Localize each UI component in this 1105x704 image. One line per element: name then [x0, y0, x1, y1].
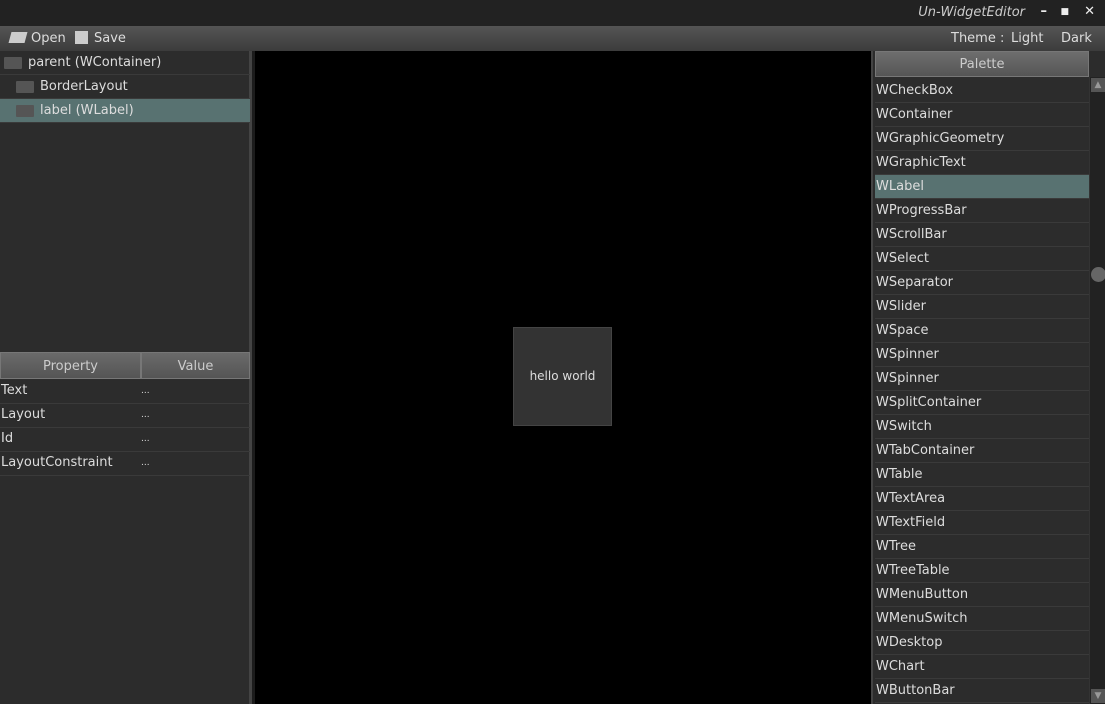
- property-name: Id: [1, 431, 14, 446]
- palette-item[interactable]: WSpinner: [875, 343, 1089, 367]
- palette-item[interactable]: WTextArea: [875, 487, 1089, 511]
- save-icon: [75, 31, 88, 44]
- property-value[interactable]: ...: [141, 428, 150, 450]
- property-value[interactable]: ...: [141, 380, 150, 402]
- title-bar: Un-WidgetEditor – ■ ✕: [0, 0, 1105, 26]
- property-row[interactable]: Id...: [0, 428, 250, 452]
- palette-panel: Palette WCheckBox WContainer WGraphicGeome…: [871, 51, 1105, 704]
- scroll-up-icon[interactable]: ▲: [1091, 78, 1105, 92]
- palette-item[interactable]: WGraphicGeometry: [875, 127, 1089, 151]
- palette-item[interactable]: WButtonBar: [875, 679, 1089, 703]
- palette-item[interactable]: WTreeTable: [875, 559, 1089, 583]
- property-name: Layout: [1, 407, 46, 422]
- palette-item[interactable]: WProgressBar: [875, 199, 1089, 223]
- palette-item[interactable]: WMenuSwitch: [875, 607, 1089, 631]
- scroll-thumb[interactable]: [1091, 267, 1105, 282]
- maximize-button[interactable]: ■: [1060, 7, 1069, 17]
- folder-open-icon: [8, 32, 28, 43]
- palette-item[interactable]: WSpinner: [875, 367, 1089, 391]
- palette-item[interactable]: WTable: [875, 463, 1089, 487]
- palette-item[interactable]: WTabContainer: [875, 439, 1089, 463]
- palette-item[interactable]: WSelect: [875, 247, 1089, 271]
- scroll-down-icon[interactable]: ▼: [1091, 689, 1105, 703]
- left-panel: parent (WContainer) BorderLayout label (…: [0, 51, 252, 704]
- minimize-button[interactable]: –: [1041, 4, 1048, 19]
- tree-node-borderlayout[interactable]: BorderLayout: [0, 75, 250, 99]
- theme-dark-button[interactable]: Dark: [1061, 31, 1092, 46]
- open-label: Open: [31, 31, 66, 46]
- toolbar: Open Save Theme : Light Dark: [0, 26, 1105, 51]
- palette-item[interactable]: WScrollBar: [875, 223, 1089, 247]
- palette-item[interactable]: WGraphicText: [875, 151, 1089, 175]
- property-name: LayoutConstraint: [1, 455, 113, 470]
- property-column-header[interactable]: Property: [0, 352, 141, 379]
- palette-item[interactable]: WChart: [875, 655, 1089, 679]
- design-canvas[interactable]: hello world: [255, 51, 871, 704]
- folder-icon: [4, 56, 22, 69]
- property-value[interactable]: ...: [141, 404, 150, 426]
- palette-item[interactable]: WContainer: [875, 103, 1089, 127]
- palette-item[interactable]: WMenuButton: [875, 583, 1089, 607]
- save-button[interactable]: Save: [75, 31, 126, 46]
- palette-item[interactable]: WSlider: [875, 295, 1089, 319]
- folder-icon: [16, 80, 34, 93]
- open-button[interactable]: Open: [8, 31, 66, 46]
- palette-item[interactable]: WSplitContainer: [875, 391, 1089, 415]
- palette-scrollbar[interactable]: ▲ ▼: [1089, 77, 1105, 704]
- tree-node-label: BorderLayout: [40, 79, 128, 94]
- palette-item[interactable]: WSpace: [875, 319, 1089, 343]
- property-row[interactable]: LayoutConstraint...: [0, 452, 250, 476]
- save-label: Save: [94, 31, 126, 46]
- folder-icon: [16, 104, 34, 117]
- window-title: Un-WidgetEditor: [918, 5, 1025, 20]
- value-column-header[interactable]: Value: [141, 352, 250, 379]
- property-value[interactable]: ...: [141, 452, 150, 474]
- property-row[interactable]: Layout...: [0, 404, 250, 428]
- tree-node-label-wlabel[interactable]: label (WLabel): [0, 99, 250, 123]
- palette-item[interactable]: WLabel: [875, 175, 1089, 199]
- palette-item[interactable]: WSeparator: [875, 271, 1089, 295]
- palette-item[interactable]: WDesktop: [875, 631, 1089, 655]
- theme-light-button[interactable]: Light: [1011, 31, 1043, 46]
- theme-label: Theme :: [951, 31, 1005, 46]
- property-row[interactable]: Text...: [0, 380, 250, 404]
- palette-item[interactable]: WCheckBox: [875, 79, 1089, 103]
- tree-node-parent[interactable]: parent (WContainer): [0, 51, 250, 75]
- tree-node-label: parent (WContainer): [28, 55, 162, 70]
- property-name: Text: [1, 383, 28, 398]
- palette-header: Palette: [875, 51, 1089, 77]
- palette-item[interactable]: WTree: [875, 535, 1089, 559]
- tree-node-label: label (WLabel): [40, 103, 134, 118]
- palette-item[interactable]: WTextField: [875, 511, 1089, 535]
- palette-item[interactable]: WSwitch: [875, 415, 1089, 439]
- canvas-label-widget[interactable]: hello world: [513, 327, 612, 426]
- close-button[interactable]: ✕: [1084, 4, 1095, 19]
